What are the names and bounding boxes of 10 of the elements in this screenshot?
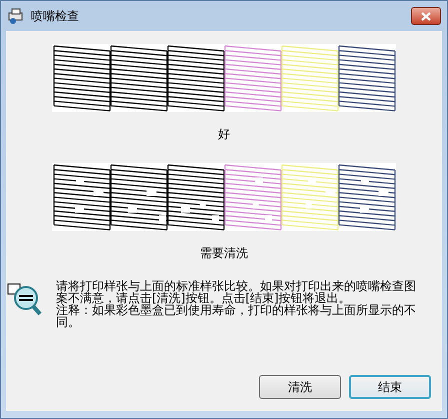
message-text: 请将打印样张与上面的标准样张比较。如果对打印出来的喷嘴检查图案不满意，请点击[清洗]按钮。点击[结束]按钮将退出。: [56, 280, 417, 304]
dialog-button[interactable]: 结束: [349, 375, 431, 399]
pattern-label: 好: [218, 126, 230, 143]
close-button[interactable]: [411, 7, 441, 25]
printer-icon: [7, 7, 25, 25]
close-icon: [421, 12, 431, 20]
message-text: 注释：如果彩色墨盒已到使用寿命，打印的样张将与上面所显示的不同。: [56, 304, 417, 328]
window-title: 喷嘴检查: [31, 8, 79, 25]
pattern-label: 需要清洗: [200, 245, 248, 262]
dialog-button[interactable]: 清洗: [259, 375, 341, 399]
